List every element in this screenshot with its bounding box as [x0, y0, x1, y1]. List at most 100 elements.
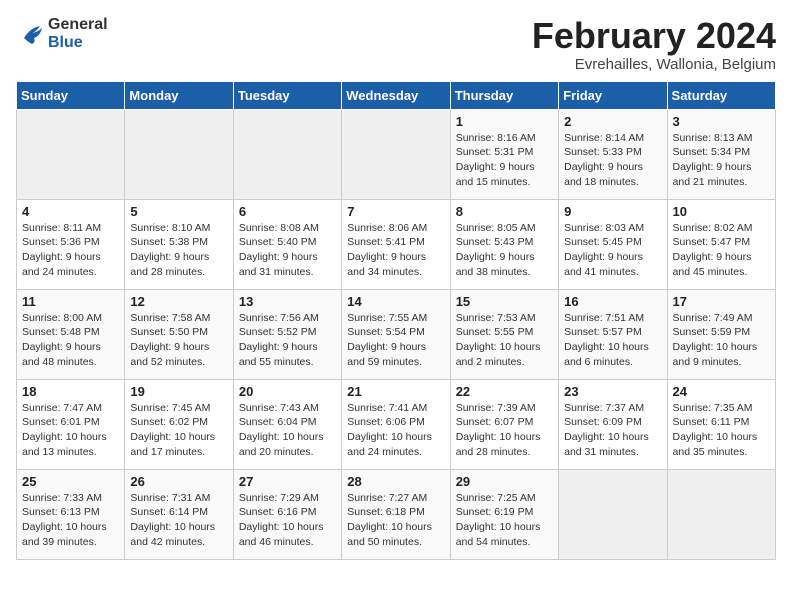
logo-text: General Blue [48, 16, 108, 52]
day-info: Sunrise: 8:14 AM Sunset: 5:33 PM Dayligh… [564, 131, 661, 190]
col-sunday: Sunday [17, 81, 125, 109]
day-info: Sunrise: 7:33 AM Sunset: 6:13 PM Dayligh… [22, 491, 119, 550]
calendar-cell: 9 Sunrise: 8:03 AM Sunset: 5:45 PM Daylig… [559, 199, 667, 289]
day-number: 2 [564, 114, 661, 129]
day-info: Sunrise: 7:53 AM Sunset: 5:55 PM Dayligh… [456, 311, 553, 370]
day-number: 23 [564, 384, 661, 399]
calendar-cell: 23 Sunrise: 7:37 AM Sunset: 6:09 PM Dayli… [559, 379, 667, 469]
day-number: 1 [456, 114, 553, 129]
day-number: 14 [347, 294, 444, 309]
calendar-cell: 15 Sunrise: 7:53 AM Sunset: 5:55 PM Dayli… [450, 289, 558, 379]
day-info: Sunrise: 7:51 AM Sunset: 5:57 PM Dayligh… [564, 311, 661, 370]
calendar-cell [233, 109, 341, 199]
calendar-cell: 27 Sunrise: 7:29 AM Sunset: 6:16 PM Dayli… [233, 469, 341, 559]
day-info: Sunrise: 7:45 AM Sunset: 6:02 PM Dayligh… [130, 401, 227, 460]
day-number: 10 [673, 204, 770, 219]
day-info: Sunrise: 7:49 AM Sunset: 5:59 PM Dayligh… [673, 311, 770, 370]
calendar-cell: 14 Sunrise: 7:55 AM Sunset: 5:54 PM Dayli… [342, 289, 450, 379]
logo: General Blue [16, 16, 108, 52]
calendar-cell: 22Sunrise: 7:39 AM Sunset: 6:07 PM Dayli… [450, 379, 558, 469]
day-number: 15 [456, 294, 553, 309]
day-number: 25 [22, 474, 119, 489]
day-number: 4 [22, 204, 119, 219]
page-subtitle: Evrehailles, Wallonia, Belgium [532, 56, 776, 73]
day-number: 29 [456, 474, 553, 489]
calendar-cell: 18 Sunrise: 7:47 AM Sunset: 6:01 PM Dayli… [17, 379, 125, 469]
day-number: 13 [239, 294, 336, 309]
header-row: Sunday Monday Tuesday Wednesday Thursday… [17, 81, 776, 109]
calendar-cell: 12Sunrise: 7:58 AM Sunset: 5:50 PM Dayli… [125, 289, 233, 379]
day-info: Sunrise: 8:10 AM Sunset: 5:38 PM Dayligh… [130, 221, 227, 280]
col-monday: Monday [125, 81, 233, 109]
calendar-cell: 11Sunrise: 8:00 AM Sunset: 5:48 PM Dayli… [17, 289, 125, 379]
calendar-cell: 17 Sunrise: 7:49 AM Sunset: 5:59 PM Dayli… [667, 289, 775, 379]
calendar-cell [667, 469, 775, 559]
calendar-cell: 13 Sunrise: 7:56 AM Sunset: 5:52 PM Dayli… [233, 289, 341, 379]
day-info: Sunrise: 7:47 AM Sunset: 6:01 PM Dayligh… [22, 401, 119, 460]
day-number: 17 [673, 294, 770, 309]
col-saturday: Saturday [667, 81, 775, 109]
col-thursday: Thursday [450, 81, 558, 109]
title-block: February 2024 Evrehailles, Wallonia, Bel… [532, 16, 776, 73]
day-info: Sunrise: 8:16 AM Sunset: 5:31 PM Dayligh… [456, 131, 553, 190]
day-info: Sunrise: 7:29 AM Sunset: 6:16 PM Dayligh… [239, 491, 336, 550]
calendar-cell: 26Sunrise: 7:31 AM Sunset: 6:14 PM Dayli… [125, 469, 233, 559]
calendar-cell: 29 Sunrise: 7:25 AM Sunset: 6:19 PM Dayli… [450, 469, 558, 559]
col-friday: Friday [559, 81, 667, 109]
calendar-cell: 28 Sunrise: 7:27 AM Sunset: 6:18 PM Dayli… [342, 469, 450, 559]
calendar-cell [559, 469, 667, 559]
day-number: 20 [239, 384, 336, 399]
calendar-cell: 8 Sunrise: 8:05 AM Sunset: 5:43 PM Daylig… [450, 199, 558, 289]
calendar-cell: 6Sunrise: 8:08 AM Sunset: 5:40 PM Daylig… [233, 199, 341, 289]
day-info: Sunrise: 7:39 AM Sunset: 6:07 PM Dayligh… [456, 401, 553, 460]
day-info: Sunrise: 8:08 AM Sunset: 5:40 PM Dayligh… [239, 221, 336, 280]
week-row-3: 11Sunrise: 8:00 AM Sunset: 5:48 PM Dayli… [17, 289, 776, 379]
week-row-5: 25 Sunrise: 7:33 AM Sunset: 6:13 PM Dayli… [17, 469, 776, 559]
day-info: Sunrise: 7:55 AM Sunset: 5:54 PM Dayligh… [347, 311, 444, 370]
day-number: 9 [564, 204, 661, 219]
calendar-cell: 7Sunrise: 8:06 AM Sunset: 5:41 PM Daylig… [342, 199, 450, 289]
day-info: Sunrise: 7:37 AM Sunset: 6:09 PM Dayligh… [564, 401, 661, 460]
calendar-cell: 4 Sunrise: 8:11 AM Sunset: 5:36 PM Daylig… [17, 199, 125, 289]
calendar-cell: 10 Sunrise: 8:02 AM Sunset: 5:47 PM Dayli… [667, 199, 775, 289]
day-number: 24 [673, 384, 770, 399]
day-info: Sunrise: 8:05 AM Sunset: 5:43 PM Dayligh… [456, 221, 553, 280]
calendar-header: Sunday Monday Tuesday Wednesday Thursday… [17, 81, 776, 109]
day-number: 28 [347, 474, 444, 489]
day-info: Sunrise: 7:27 AM Sunset: 6:18 PM Dayligh… [347, 491, 444, 550]
day-number: 8 [456, 204, 553, 219]
week-row-4: 18 Sunrise: 7:47 AM Sunset: 6:01 PM Dayli… [17, 379, 776, 469]
calendar-cell: 19 Sunrise: 7:45 AM Sunset: 6:02 PM Dayli… [125, 379, 233, 469]
week-row-2: 4 Sunrise: 8:11 AM Sunset: 5:36 PM Daylig… [17, 199, 776, 289]
day-info: Sunrise: 7:25 AM Sunset: 6:19 PM Dayligh… [456, 491, 553, 550]
day-number: 26 [130, 474, 227, 489]
calendar-cell [17, 109, 125, 199]
calendar-cell [342, 109, 450, 199]
day-info: Sunrise: 8:03 AM Sunset: 5:45 PM Dayligh… [564, 221, 661, 280]
day-number: 19 [130, 384, 227, 399]
day-number: 16 [564, 294, 661, 309]
day-number: 3 [673, 114, 770, 129]
day-info: Sunrise: 8:11 AM Sunset: 5:36 PM Dayligh… [22, 221, 119, 280]
col-wednesday: Wednesday [342, 81, 450, 109]
calendar-cell: 2 Sunrise: 8:14 AM Sunset: 5:33 PM Daylig… [559, 109, 667, 199]
day-info: Sunrise: 8:00 AM Sunset: 5:48 PM Dayligh… [22, 311, 119, 370]
day-info: Sunrise: 7:56 AM Sunset: 5:52 PM Dayligh… [239, 311, 336, 370]
day-info: Sunrise: 8:13 AM Sunset: 5:34 PM Dayligh… [673, 131, 770, 190]
day-number: 18 [22, 384, 119, 399]
calendar-cell: 24Sunrise: 7:35 AM Sunset: 6:11 PM Dayli… [667, 379, 775, 469]
day-info: Sunrise: 8:06 AM Sunset: 5:41 PM Dayligh… [347, 221, 444, 280]
calendar-body: 1 Sunrise: 8:16 AM Sunset: 5:31 PM Daylig… [17, 109, 776, 559]
col-tuesday: Tuesday [233, 81, 341, 109]
calendar-cell: 16 Sunrise: 7:51 AM Sunset: 5:57 PM Dayli… [559, 289, 667, 379]
day-number: 5 [130, 204, 227, 219]
day-info: Sunrise: 7:41 AM Sunset: 6:06 PM Dayligh… [347, 401, 444, 460]
calendar-cell: 21 Sunrise: 7:41 AM Sunset: 6:06 PM Dayli… [342, 379, 450, 469]
day-number: 21 [347, 384, 444, 399]
day-info: Sunrise: 7:43 AM Sunset: 6:04 PM Dayligh… [239, 401, 336, 460]
day-number: 27 [239, 474, 336, 489]
day-info: Sunrise: 8:02 AM Sunset: 5:47 PM Dayligh… [673, 221, 770, 280]
calendar-cell [125, 109, 233, 199]
logo-icon [16, 20, 44, 48]
day-info: Sunrise: 7:58 AM Sunset: 5:50 PM Dayligh… [130, 311, 227, 370]
